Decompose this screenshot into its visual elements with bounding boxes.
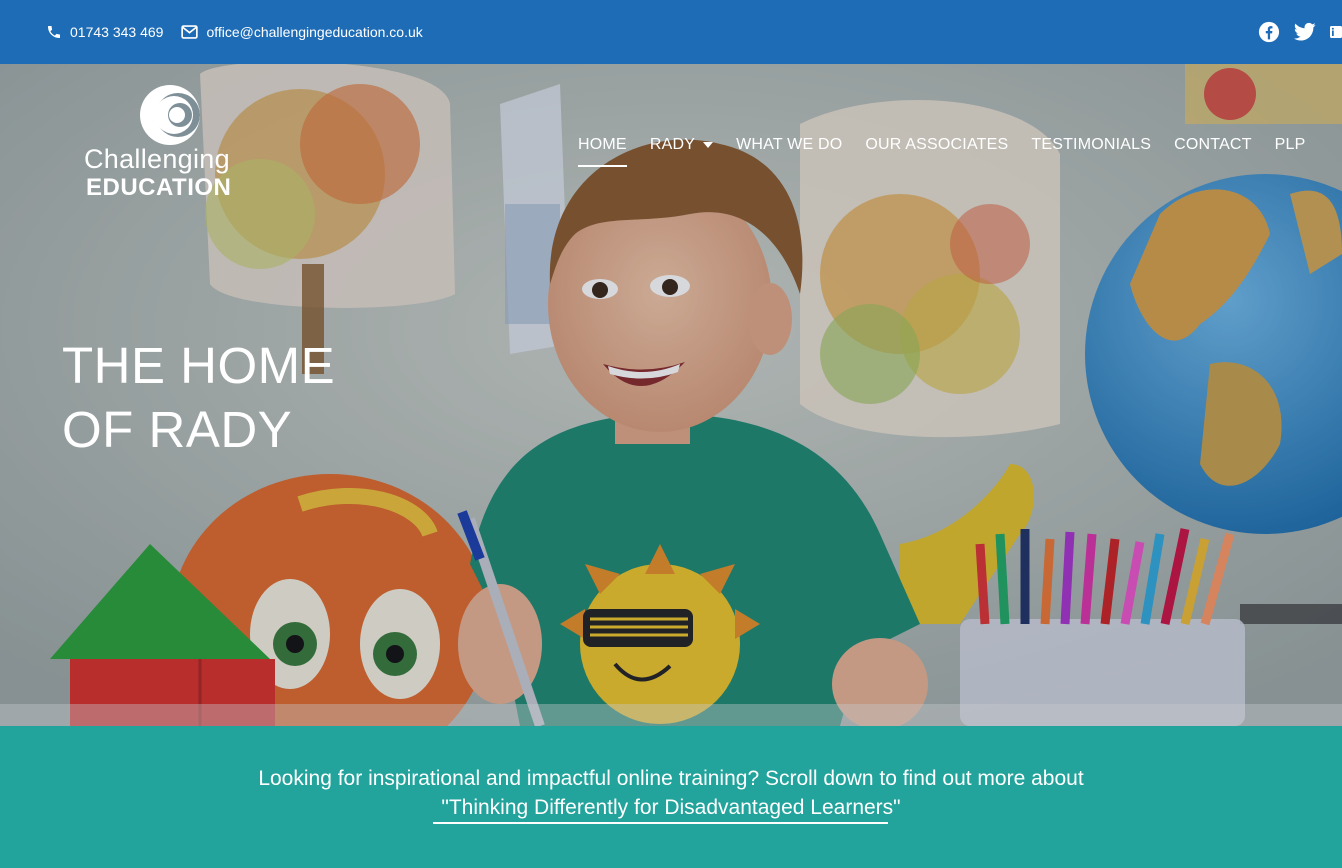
hero-headline-line2: OF RADY	[62, 401, 293, 458]
banner-link-underline	[433, 822, 888, 824]
banner-line1: Looking for inspirational and impactful …	[258, 767, 1084, 790]
phone-number: 01743 343 469	[70, 24, 164, 40]
nav-plp[interactable]: PLP	[1275, 136, 1306, 154]
nav-rady[interactable]: RADY	[649, 136, 714, 154]
nav-our-associates-label: OUR ASSOCIATES	[865, 136, 1009, 153]
email-address: office@challengingeducation.co.uk	[206, 24, 423, 40]
banner-course-link[interactable]: "Thinking Differently for Disadvantaged	[441, 793, 804, 822]
caret-down-icon	[703, 141, 714, 148]
hero-headline: THE HOME OF RADY	[62, 334, 335, 462]
main-nav: HOME RADY WHAT WE DO OUR ASSOCIATES TEST…	[578, 130, 1329, 167]
banner-line2: "Thinking Differently for Disadvantaged …	[0, 793, 1342, 822]
phone-link[interactable]: 01743 343 469	[46, 24, 163, 40]
nav-contact[interactable]: CONTACT	[1174, 136, 1252, 154]
nav-testimonials-label: TESTIMONIALS	[1031, 136, 1152, 153]
nav-contact-label: CONTACT	[1174, 136, 1252, 153]
linkedin-icon[interactable]	[1330, 21, 1342, 43]
contact-info: 01743 343 469 office@challengingeducatio…	[46, 0, 441, 64]
nav-home-label: HOME	[578, 136, 627, 153]
nav-what-we-do-label: WHAT WE DO	[736, 136, 843, 153]
envelope-icon	[181, 25, 199, 39]
logo-text-top: Challenging	[84, 144, 230, 174]
nav-home[interactable]: HOME	[578, 136, 627, 167]
top-bar: 01743 343 469 office@challengingeducatio…	[0, 0, 1342, 64]
logo-text-bottom: EDUCATION	[86, 174, 232, 201]
twitter-icon[interactable]	[1294, 21, 1316, 43]
email-link[interactable]: office@challengingeducation.co.uk	[181, 24, 423, 40]
phone-icon	[48, 26, 60, 38]
hero-headline-line1: THE HOME	[62, 337, 336, 394]
cta-banner: Looking for inspirational and impactful …	[0, 726, 1342, 868]
logo-mark-icon	[140, 85, 200, 145]
nav-what-we-do[interactable]: WHAT WE DO	[736, 136, 842, 154]
facebook-icon[interactable]	[1258, 21, 1280, 43]
banner-line2-rest: Learners"	[804, 796, 901, 819]
nav-testimonials[interactable]: TESTIMONIALS	[1031, 136, 1151, 154]
banner-text: Looking for inspirational and impactful …	[0, 764, 1342, 822]
nav-rady-label: RADY	[649, 136, 696, 153]
social-links	[1244, 0, 1342, 64]
nav-plp-label: PLP	[1274, 136, 1306, 153]
nav-our-associates[interactable]: OUR ASSOCIATES	[865, 136, 1008, 154]
site-logo[interactable]: Challenging EDUCATION	[84, 84, 274, 204]
